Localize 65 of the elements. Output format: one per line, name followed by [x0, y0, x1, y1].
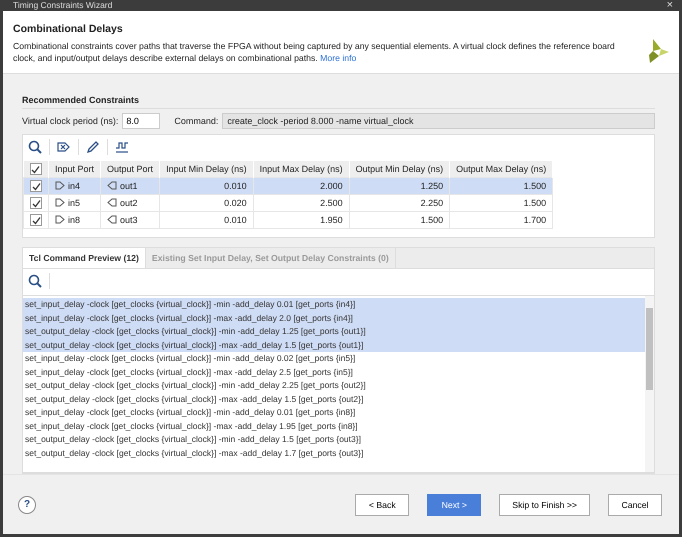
select-all-checkbox[interactable] — [30, 163, 42, 176]
command-line[interactable]: set_output_delay -clock [get_clocks {virtual_clock}] -max -add_delay 1.7 [get_ports {out3}] — [23, 446, 645, 460]
table-cell: 0.010 — [224, 181, 247, 192]
table-cell: 1.700 — [524, 215, 546, 226]
table-cell: 2.000 — [320, 181, 343, 192]
table-cell: in8 — [68, 214, 80, 225]
page-title: Combinational Delays — [13, 22, 124, 35]
search-icon[interactable] — [28, 274, 42, 288]
command-field[interactable]: create_clock -period 8.000 -name virtual_clock — [222, 113, 655, 130]
command-label: Command: — [174, 116, 218, 126]
clock-period-field[interactable]: 8.0 — [122, 113, 160, 130]
row-checkbox[interactable] — [30, 180, 42, 192]
close-button[interactable]: × — [660, 0, 679, 10]
table-cell: 2.500 — [320, 198, 343, 208]
column-header[interactable]: Output Port — [100, 161, 160, 178]
table-cell: 0.010 — [224, 215, 247, 226]
command-line[interactable]: set_output_delay -clock [get_clocks {virtual_clock}] -min -add_delay 1.5 [get_ports {out3}] — [23, 433, 645, 447]
table-cell: 0.020 — [224, 198, 247, 208]
table-row[interactable]: in8 out3 0.010 1.950 1.500 1.700 — [24, 212, 553, 229]
column-header[interactable]: Input Max Delay (ns) — [253, 161, 350, 178]
table-cell: in5 — [68, 198, 80, 208]
column-header[interactable]: Input Min Delay (ns) — [160, 161, 254, 178]
command-line[interactable]: set_input_delay -clock [get_clocks {virtual_clock}] -max -add_delay 1.95 [get_ports {in8}] — [23, 420, 645, 434]
column-header[interactable]: Output Max Delay (ns) — [450, 161, 553, 178]
command-line[interactable]: set_input_delay -clock [get_clocks {virtual_clock}] -max -add_delay 2.5 [get_ports {in5}] — [23, 366, 645, 380]
table-cell: in4 — [68, 180, 80, 191]
filter-icon[interactable] — [57, 140, 71, 154]
table-cell: 1.500 — [524, 198, 546, 208]
dialog-button[interactable]: Next > — [427, 494, 482, 516]
waveform-icon[interactable] — [115, 140, 129, 154]
clock-period-label: Virtual clock period (ns): — [22, 116, 118, 126]
table-cell: out2 — [120, 198, 138, 208]
output-port-icon — [107, 198, 118, 208]
description: Combinational constraints cover paths that traverse the FPGA without being captured by any sequential elements. A virtual clock defines the reference board clock, and input/output delays describe external delays on combinational paths. More info — [13, 40, 616, 64]
command-line[interactable]: set_input_delay -clock [get_clocks {virtual_clock}] -min -add_delay 0.02 [get_ports {in5}] — [23, 352, 645, 366]
column-header[interactable]: Output Min Delay (ns) — [349, 161, 450, 178]
row-checkbox[interactable] — [30, 197, 42, 210]
logo-icon — [647, 38, 669, 63]
column-header[interactable]: Input Port — [48, 161, 101, 178]
scrollbar[interactable] — [645, 296, 654, 472]
section-title: Recommended Constraints — [22, 95, 655, 110]
table-cell: 1.500 — [524, 181, 546, 192]
table-cell: 1.500 — [420, 215, 444, 226]
output-port-icon — [107, 215, 118, 224]
tab[interactable]: Tcl Command Preview (12) — [23, 248, 146, 268]
dialog-button[interactable]: Cancel — [608, 494, 662, 516]
more-info-link[interactable]: More info — [320, 52, 356, 63]
search-icon[interactable] — [28, 140, 42, 154]
table-cell: 1.250 — [420, 181, 444, 192]
table-row[interactable]: in5 out2 0.020 2.500 2.250 1.500 — [24, 194, 553, 212]
command-line[interactable]: set_input_delay -clock [get_clocks {virtual_clock}] -min -add_delay 0.01 [get_ports {in8}] — [23, 406, 645, 420]
output-port-icon — [107, 181, 118, 190]
table-row[interactable]: in4 out1 0.010 2.000 1.250 1.500 — [24, 178, 553, 195]
dialog-button[interactable]: Skip to Finish >> — [499, 494, 590, 516]
table-cell: 1.950 — [320, 215, 343, 226]
table-cell: 2.250 — [420, 198, 444, 208]
row-checkbox[interactable] — [30, 214, 42, 226]
table-cell: out3 — [120, 214, 138, 225]
table-cell: out1 — [120, 180, 138, 191]
window-title: Timing Constraints Wizard — [13, 0, 112, 10]
dialog-button[interactable]: < Back — [355, 494, 410, 516]
command-line[interactable]: set_output_delay -clock [get_clocks {virtual_clock}] -max -add_delay 1.5 [get_ports {out2}] — [23, 392, 645, 406]
help-button[interactable]: ? — [18, 496, 36, 514]
command-line[interactable]: set_output_delay -clock [get_clocks {virtual_clock}] -min -add_delay 2.25 [get_ports {out2}] — [23, 379, 645, 393]
pencil-icon[interactable] — [86, 140, 100, 154]
